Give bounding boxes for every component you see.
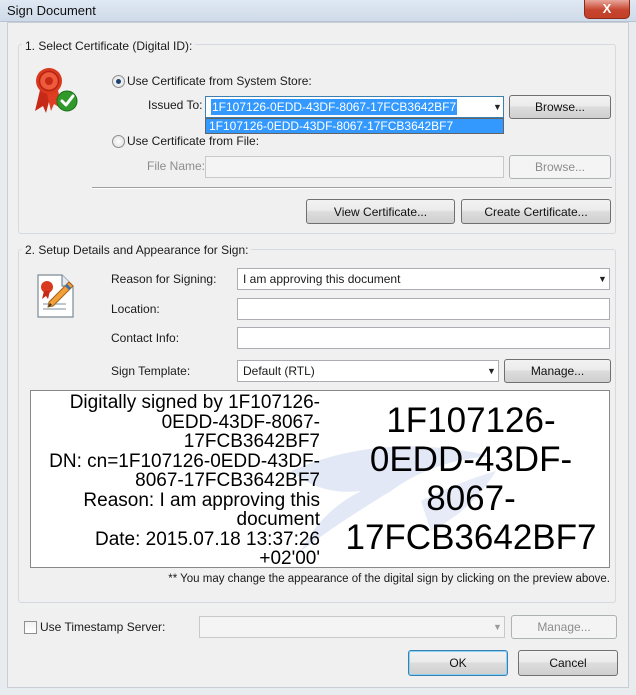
issued-to-dropdown-list: 1F107126-0EDD-43DF-8067-17FCB3642BF7 [205,118,504,134]
location-input[interactable] [237,298,610,320]
issued-to-option[interactable]: 1F107126-0EDD-43DF-8067-17FCB3642BF7 [206,119,503,133]
issued-to-value: 1F107126-0EDD-43DF-8067-17FCB3642BF7 [211,99,458,115]
preview-hint-text: ** You may change the appearance of the … [168,573,610,585]
contact-info-label: Contact Info: [111,331,180,345]
use-file-label: Use Certificate from File: [127,134,260,148]
window-title: Sign Document [7,3,96,18]
signature-preview[interactable]: Digitally signed by 1F107126- 0EDD-43DF-… [30,390,610,568]
file-name-input[interactable] [205,156,504,178]
close-button[interactable]: X [584,0,630,19]
chevron-down-icon: ▼ [487,366,496,376]
location-label: Location: [111,302,160,316]
reason-value: I am approving this document [243,272,401,286]
title-bar: Sign Document X [0,0,636,22]
reason-label: Reason for Signing: [111,272,217,286]
ok-button[interactable]: OK [408,650,508,676]
manage-template-button[interactable]: Manage... [504,359,611,383]
select-certificate-legend: 1. Select Certificate (Digital ID): [22,39,196,53]
use-file-radio[interactable] [112,135,125,148]
timestamp-checkbox[interactable] [24,621,37,634]
chevron-down-icon: ▼ [598,274,607,284]
chevron-down-icon: ▼ [493,622,502,632]
issued-to-label: Issued To: [148,98,203,112]
use-system-store-label: Use Certificate from System Store: [127,74,312,88]
separator [92,187,612,189]
timestamp-server-select[interactable]: ▼ [199,616,505,638]
cancel-button[interactable]: Cancel [518,650,618,676]
chevron-down-icon: ▼ [493,102,502,112]
browse-button[interactable]: Browse... [509,95,611,119]
sign-template-value: Default (RTL) [243,364,315,378]
reason-select[interactable]: I am approving this document ▼ [237,268,610,290]
manage-timestamp-button[interactable]: Manage... [511,615,617,639]
issued-to-select[interactable]: 1F107126-0EDD-43DF-8067-17FCB3642BF7 ▼ [205,96,504,118]
setup-appearance-legend: 2. Setup Details and Appearance for Sign… [22,243,252,257]
preview-signer-details: Digitally signed by 1F107126- 0EDD-43DF-… [49,392,320,568]
document-signature-pen-icon [37,274,74,318]
sign-template-select[interactable]: Default (RTL) ▼ [237,360,499,382]
create-certificate-button[interactable]: Create Certificate... [461,199,611,224]
close-icon: X [602,1,612,16]
use-system-store-radio[interactable] [112,75,125,88]
view-certificate-button[interactable]: View Certificate... [306,199,455,224]
sign-template-label: Sign Template: [111,364,191,378]
certificate-ribbon-check-icon [35,68,78,113]
timestamp-label: Use Timestamp Server: [40,620,166,634]
browse-file-button[interactable]: Browse... [509,155,611,179]
contact-info-input[interactable] [237,327,610,349]
preview-signer-name: 1F107126- 0EDD-43DF- 8067- 17FCB3642BF7 [345,401,597,557]
file-name-label: File Name: [147,159,206,173]
